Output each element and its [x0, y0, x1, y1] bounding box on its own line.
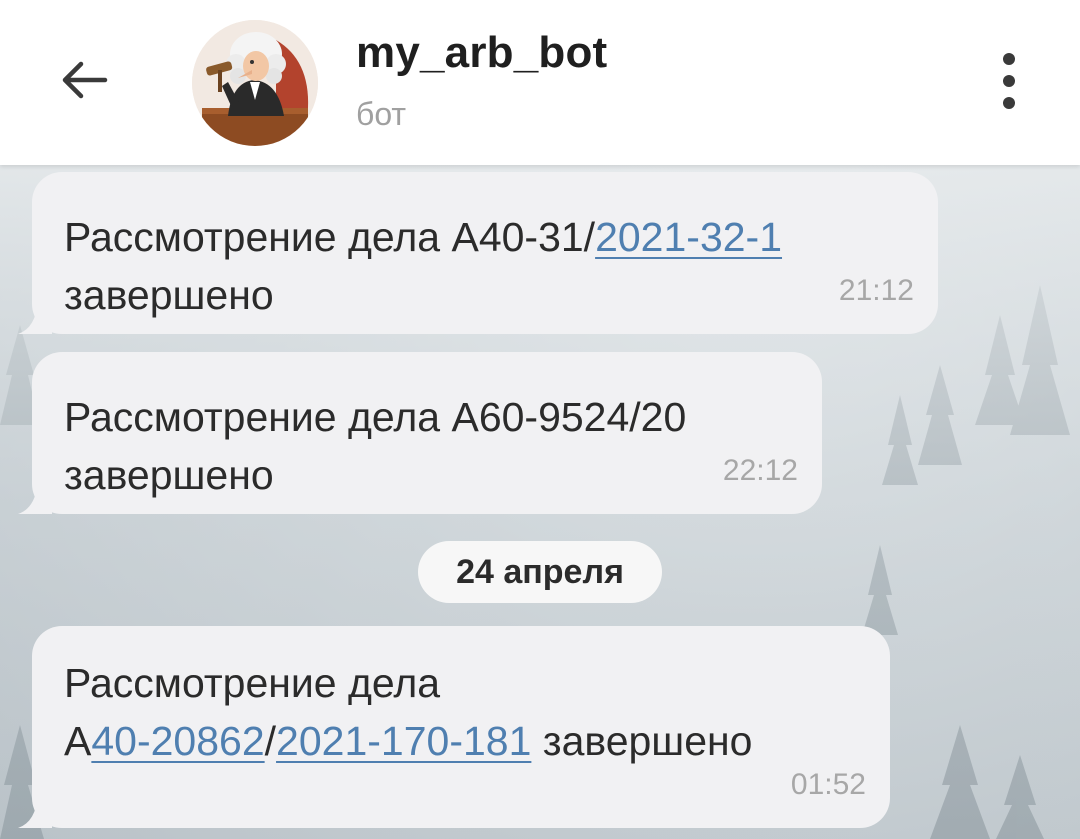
bubble-tail [18, 794, 52, 828]
message-text-prefix: А [64, 718, 92, 764]
message-text-suffix: завершено [531, 718, 753, 764]
message-text-prefix: Рассмотрение дела А40-31/ [64, 214, 596, 260]
message-time: 22:12 [722, 454, 798, 487]
chat-subtitle: бот [356, 96, 407, 132]
more-vertical-icon [1003, 53, 1015, 109]
message-text: Рассмотрение дела А40-31/2021-32-1 завер… [64, 208, 906, 324]
message-text: Рассмотрение дела А60-9524/20 завершено [64, 388, 790, 504]
arrow-left-icon [62, 61, 108, 99]
back-button[interactable] [52, 48, 116, 112]
message-time: 01:52 [790, 768, 866, 801]
message-text-line1: Рассмотрение дела А60-9524/20 [64, 394, 687, 440]
message-bubble[interactable]: Рассмотрение дела А40-20862/2021-170-181… [18, 626, 890, 828]
bubble-tail [18, 480, 52, 514]
message-bubble[interactable]: Рассмотрение дела А40-31/2021-32-1 завер… [18, 172, 938, 334]
date-separator: 24 апреля [418, 541, 662, 603]
message-text-line2: завершено [64, 452, 274, 498]
more-options-button[interactable] [984, 48, 1034, 114]
message-text-line1: Рассмотрение дела [64, 660, 441, 706]
message-time: 21:12 [838, 274, 914, 307]
link-separator: / [264, 718, 277, 764]
bubble-tail [18, 300, 52, 334]
bot-avatar[interactable] [192, 20, 318, 146]
message-text-suffix: завершено [64, 272, 274, 318]
judge-avatar-icon [192, 20, 318, 146]
case-link-1[interactable]: 40-20862 [91, 718, 264, 764]
chat-title: my_arb_bot [356, 28, 608, 77]
chat-header: my_arb_bot бот [0, 0, 1080, 165]
message-text: Рассмотрение дела А40-20862/2021-170-181… [64, 654, 860, 770]
case-link[interactable]: 2021-32-1 [595, 214, 782, 260]
case-link-2[interactable]: 2021-170-181 [276, 718, 531, 764]
message-bubble[interactable]: Рассмотрение дела А60-9524/20 завершено … [18, 352, 822, 514]
